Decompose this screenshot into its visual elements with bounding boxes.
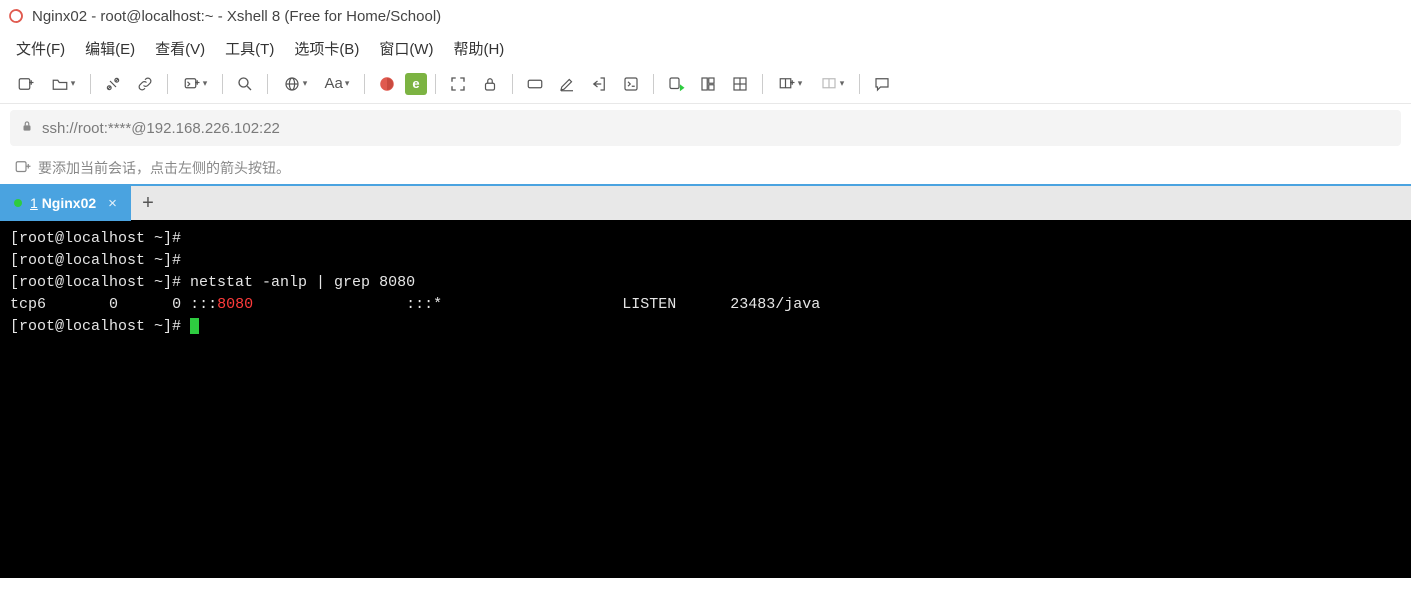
- layout-icon[interactable]: ▾: [813, 70, 851, 98]
- menu-options[interactable]: 选项卡(B): [294, 38, 359, 59]
- font-label: Aa: [325, 75, 343, 92]
- menu-view[interactable]: 查看(V): [155, 38, 205, 59]
- new-session-icon[interactable]: [12, 70, 40, 98]
- toolbar-separator: [167, 74, 168, 94]
- open-session-icon[interactable]: ▾: [44, 70, 82, 98]
- toolbar-separator: [222, 74, 223, 94]
- menu-help[interactable]: 帮助(H): [453, 38, 504, 59]
- toolbar-separator: [762, 74, 763, 94]
- toolbar-separator: [512, 74, 513, 94]
- terminal-line: [root@localhost ~]#: [10, 252, 181, 269]
- hint-bar: 要添加当前会话，点击左侧的箭头按钮。: [0, 152, 1411, 184]
- search-icon[interactable]: [231, 70, 259, 98]
- menu-bar: 文件(F) 编辑(E) 查看(V) 工具(T) 选项卡(B) 窗口(W) 帮助(…: [0, 32, 1411, 64]
- e-icon[interactable]: e: [405, 73, 427, 95]
- title-bar: Nginx02 - root@localhost:~ - Xshell 8 (F…: [0, 0, 1411, 32]
- terminal-prompt: [root@localhost ~]#: [10, 318, 190, 335]
- terminal-add-icon[interactable]: ▾: [176, 70, 214, 98]
- status-dot-icon: [14, 199, 22, 207]
- netstat-sendq: 0: [172, 296, 181, 313]
- netstat-proto: tcp6: [10, 296, 46, 313]
- lock-icon: [20, 119, 34, 137]
- tabs-row: 1 Nginx02 × +: [0, 184, 1411, 220]
- toolbar-separator: [364, 74, 365, 94]
- netstat-local-prefix: :::: [190, 296, 217, 313]
- exit-icon[interactable]: [585, 70, 613, 98]
- tab-nginx02[interactable]: 1 Nginx02 ×: [0, 185, 131, 221]
- netstat-recvq: 0: [109, 296, 118, 313]
- toolbar-separator: [267, 74, 268, 94]
- script-icon[interactable]: [617, 70, 645, 98]
- terminal-command: netstat -anlp | grep 8080: [181, 274, 415, 291]
- globe-icon[interactable]: ▾: [276, 70, 314, 98]
- netstat-state: LISTEN: [622, 296, 676, 313]
- terminal[interactable]: [root@localhost ~]# [root@localhost ~]# …: [0, 220, 1411, 578]
- toolbar-separator: [90, 74, 91, 94]
- tab-label: 1 Nginx02: [30, 195, 96, 211]
- add-tab-button[interactable]: +: [131, 185, 165, 221]
- split-add-icon[interactable]: ▾: [771, 70, 809, 98]
- address-bar[interactable]: ssh://root:****@192.168.226.102:22: [10, 110, 1401, 146]
- toolbar: ▾ ▾ ▾ Aa▾ e ▾ ▾: [0, 64, 1411, 104]
- play-icon[interactable]: [662, 70, 690, 98]
- tile-icon[interactable]: [694, 70, 722, 98]
- menu-window[interactable]: 窗口(W): [379, 38, 433, 59]
- xshell-logo-icon[interactable]: [373, 70, 401, 98]
- menu-edit[interactable]: 编辑(E): [85, 38, 135, 59]
- address-text: ssh://root:****@192.168.226.102:22: [42, 120, 280, 137]
- toolbar-separator: [435, 74, 436, 94]
- disconnect-icon[interactable]: [99, 70, 127, 98]
- keyboard-icon[interactable]: [521, 70, 549, 98]
- lock-icon[interactable]: [476, 70, 504, 98]
- netstat-foreign: :::*: [406, 296, 442, 313]
- window-title: Nginx02 - root@localhost:~ - Xshell 8 (F…: [32, 8, 441, 25]
- link-icon[interactable]: [131, 70, 159, 98]
- toolbar-separator: [653, 74, 654, 94]
- fullscreen-icon[interactable]: [444, 70, 472, 98]
- terminal-line: [root@localhost ~]#: [10, 230, 181, 247]
- app-icon: [8, 8, 24, 24]
- menu-file[interactable]: 文件(F): [16, 38, 65, 59]
- font-icon[interactable]: Aa▾: [318, 70, 356, 98]
- menu-tools[interactable]: 工具(T): [225, 38, 274, 59]
- toolbar-separator: [859, 74, 860, 94]
- hint-text: 要添加当前会话，点击左侧的箭头按钮。: [38, 158, 290, 178]
- add-session-hint-icon[interactable]: [14, 158, 32, 179]
- terminal-prompt: [root@localhost ~]#: [10, 274, 181, 291]
- panes-icon[interactable]: [726, 70, 754, 98]
- netstat-port: 8080: [217, 296, 253, 313]
- close-icon[interactable]: ×: [108, 195, 117, 212]
- chat-icon[interactable]: [868, 70, 896, 98]
- cursor-icon: [190, 318, 199, 334]
- netstat-pid: 23483/java: [730, 296, 820, 313]
- highlight-icon[interactable]: [553, 70, 581, 98]
